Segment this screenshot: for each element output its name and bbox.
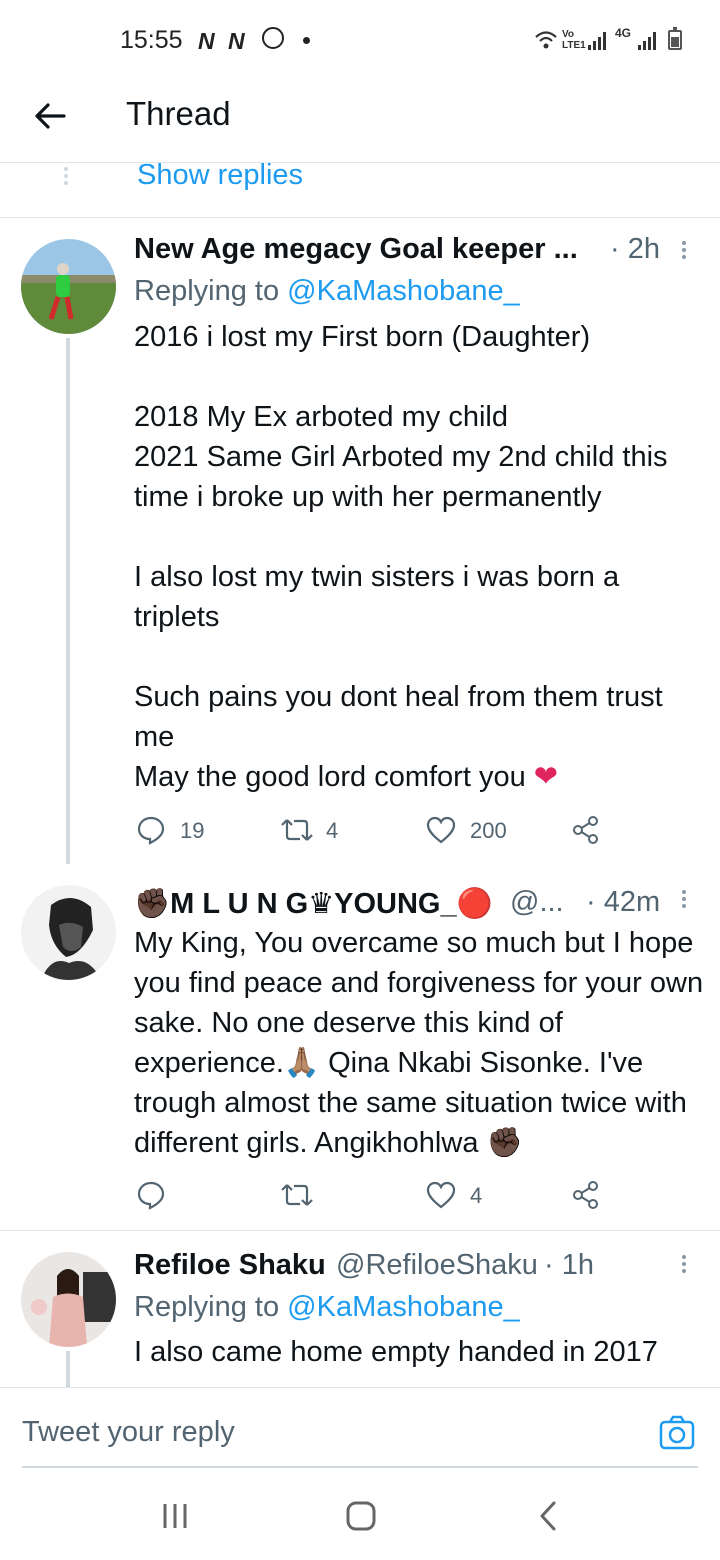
- replying-to-label: Replying to: [134, 275, 288, 307]
- signal-icon: [638, 32, 658, 50]
- replying-to: Replying to @KaMashobane_: [134, 275, 520, 308]
- wifi-icon: [535, 31, 557, 49]
- tweet[interactable]: New Age megacy Goal keeper ... · 2h Repl…: [0, 218, 720, 864]
- more-options-icon[interactable]: [682, 1255, 688, 1276]
- crown-emoji: ♛: [308, 888, 335, 920]
- tweet-time: · 1h: [544, 1249, 594, 1281]
- avatar[interactable]: [21, 239, 116, 334]
- author-name[interactable]: New Age megacy Goal keeper ...: [134, 233, 578, 266]
- page-title: Thread: [126, 95, 231, 132]
- share-icon[interactable]: [571, 1180, 601, 1210]
- tweet-time: · 2h: [610, 233, 660, 265]
- heart-emoji: ❤: [533, 761, 559, 793]
- author-name[interactable]: Refiloe Shaku: [134, 1249, 326, 1282]
- share-icon[interactable]: [571, 815, 601, 845]
- thread-line: [66, 338, 70, 864]
- volte-label: Vo LTE1: [562, 29, 586, 51]
- tweet[interactable]: Refiloe Shaku @RefiloeShaku · 1h Replyin…: [0, 1231, 720, 1387]
- show-replies-link[interactable]: Show replies: [137, 159, 303, 192]
- battery-icon: [668, 27, 682, 50]
- thread-gap-dots-icon: [64, 167, 70, 188]
- tweet-body: 2016 i lost my First born (Daughter) 201…: [134, 321, 668, 793]
- retweet-icon[interactable]: [280, 1181, 314, 1209]
- replying-to-handle[interactable]: @KaMashobane_: [287, 275, 520, 307]
- red-circle-emoji: 🔴: [456, 888, 493, 920]
- like-count: 4: [470, 1183, 483, 1208]
- more-notifications-dot-icon: [303, 37, 310, 44]
- author-name-part: YOUNG_: [334, 888, 457, 920]
- status-time: 15:55: [120, 26, 183, 54]
- reply-icon[interactable]: [136, 1180, 166, 1210]
- replying-to-label: Replying to: [134, 1291, 288, 1323]
- author-name[interactable]: ✊🏿M L U N G♛YOUNG_🔴: [134, 886, 493, 921]
- whatsapp-icon: [262, 27, 284, 49]
- tweet-text: My King, You overcame so much but I hope…: [134, 927, 712, 1159]
- arrow-left-icon[interactable]: [30, 96, 70, 136]
- recent-apps-icon[interactable]: [160, 1502, 190, 1530]
- reply-composer[interactable]: Tweet your reply: [0, 1387, 720, 1468]
- replying-to: Replying to @KaMashobane_: [134, 1291, 520, 1324]
- retweet-count: 4: [326, 818, 339, 843]
- system-navigation-bar: [0, 1468, 720, 1560]
- like-count: 200: [470, 818, 507, 843]
- avatar[interactable]: [21, 885, 116, 980]
- back-icon[interactable]: [536, 1500, 560, 1532]
- author-handle[interactable]: @RefiloeShaku: [336, 1249, 538, 1282]
- retweet-icon[interactable]: [280, 816, 314, 844]
- fist-emoji: ✊🏿: [134, 888, 171, 920]
- netflix-notification-icon: N: [228, 28, 245, 54]
- thread-line: [66, 1351, 70, 1387]
- like-icon[interactable]: [426, 816, 456, 844]
- reply-count: 19: [180, 818, 205, 843]
- netflix-notification-icon: N: [198, 28, 215, 54]
- tweet-text: I also came home empty handed in 2017: [134, 1336, 658, 1368]
- tweet-text: 2016 i lost my First born (Daughter) 201…: [134, 317, 704, 797]
- reply-icon[interactable]: [136, 815, 166, 845]
- signal-icon: [588, 32, 608, 50]
- avatar[interactable]: [21, 1252, 116, 1347]
- tweet[interactable]: ✊🏿M L U N G♛YOUNG_🔴 @... · 42m My King, …: [0, 864, 720, 1230]
- camera-icon[interactable]: [658, 1414, 696, 1452]
- network-type-label: 4G: [615, 26, 632, 40]
- tweet-time: · 42m: [586, 886, 661, 918]
- author-handle[interactable]: @...: [510, 886, 564, 919]
- reply-input[interactable]: Tweet your reply: [22, 1416, 235, 1449]
- more-options-icon[interactable]: [682, 890, 688, 911]
- show-replies-row[interactable]: Show replies: [0, 159, 720, 218]
- author-name-part: M L U N G: [170, 888, 309, 920]
- replying-to-handle[interactable]: @KaMashobane_: [287, 1291, 520, 1323]
- status-bar: 15:55 N N Vo LTE1 4G: [0, 0, 720, 80]
- home-icon[interactable]: [345, 1500, 377, 1532]
- more-options-icon[interactable]: [682, 241, 688, 262]
- top-app-bar: Thread: [0, 80, 720, 163]
- like-icon[interactable]: [426, 1181, 456, 1209]
